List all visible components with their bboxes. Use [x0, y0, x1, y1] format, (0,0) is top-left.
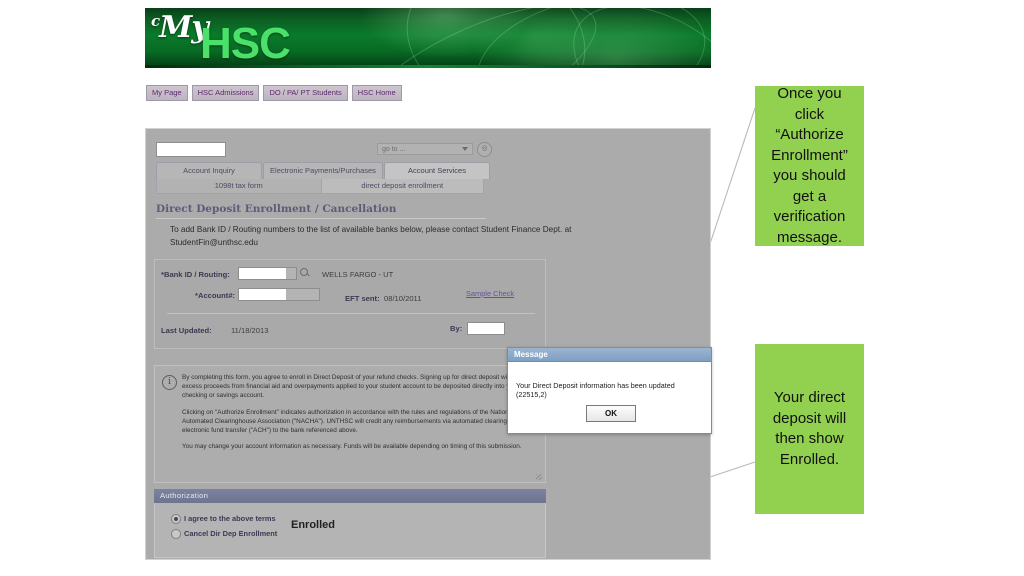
bank-id-input-tail[interactable] — [286, 267, 297, 280]
sample-check-link[interactable]: Sample Check — [466, 289, 514, 298]
bank-details-group: *Bank ID / Routing: WELLS FARGO - UT *Ac… — [154, 259, 546, 349]
bank-id-input[interactable] — [238, 267, 288, 280]
account-label: *Account#: — [195, 291, 236, 300]
divider — [167, 313, 535, 314]
message-dialog: Message Your Direct Deposit information … — [507, 347, 712, 434]
top-nav-hsc-home[interactable]: HSC Home — [351, 85, 402, 101]
disclaimer-paragraph-2: Clicking on "Authorize Enrollment" indic… — [182, 408, 525, 435]
goto-target-icon[interactable]: ◎ — [477, 142, 492, 157]
callout-shows-enrolled: Your direct deposit will then show Enrol… — [755, 344, 864, 514]
goto-dropdown[interactable]: go to ... — [377, 143, 473, 155]
authorization-section-header: Authorization — [154, 489, 546, 503]
browser-screenshot: cMy HSC My Page HSC Admissions DO / PA/ … — [145, 8, 711, 560]
primary-tab-bar: Account Inquiry Electronic Payments/Purc… — [156, 162, 491, 179]
page-title: Direct Deposit Enrollment / Cancellation — [156, 203, 486, 219]
updated-by-value — [467, 322, 505, 335]
dialog-message-text: Your Direct Deposit information has been… — [516, 381, 675, 399]
top-nav-do-pa-pt-students[interactable]: DO / PA/ PT Students — [263, 85, 348, 101]
dialog-ok-button[interactable]: OK — [586, 405, 636, 422]
top-nav-my-page[interactable]: My Page — [146, 85, 188, 101]
disclaimer-paragraph-1: By completing this form, you agree to en… — [182, 374, 527, 400]
logo-hsc-text: HSC — [200, 19, 291, 68]
account-input-tail[interactable] — [286, 288, 320, 301]
tab-account-inquiry[interactable]: Account Inquiry — [156, 162, 262, 179]
disclaimer-paragraph-3: You may change your account information … — [182, 443, 522, 451]
eft-sent-label: EFT sent: — [345, 294, 380, 303]
tab-electronic-payments-purchases[interactable]: Electronic Payments/Purchases — [263, 162, 383, 179]
goto-placeholder-text: go to ... — [382, 146, 406, 153]
search-input[interactable] — [156, 142, 226, 157]
tab-direct-deposit-enrollment[interactable]: direct deposit enrollment — [321, 179, 484, 194]
last-updated-label: Last Updated: — [161, 326, 212, 335]
info-icon: i — [162, 375, 177, 390]
disclaimer-box[interactable]: i By completing this form, you agree to … — [154, 365, 546, 483]
callout-verification-message: Once you click “Authorize Enrollment” yo… — [755, 85, 864, 246]
label-agree-terms: I agree to the above terms — [184, 514, 276, 523]
label-cancel-enrollment: Cancel Dir Dep Enrollment — [184, 529, 278, 538]
tab-1098t-tax-form[interactable]: 1098t tax form — [156, 179, 322, 194]
last-updated-value: 11/18/2013 — [231, 326, 269, 335]
bank-id-label: *Bank ID / Routing: — [161, 270, 230, 279]
chevron-down-icon — [462, 147, 468, 151]
account-input[interactable] — [238, 288, 288, 301]
resize-handle[interactable] — [536, 474, 542, 480]
slide-canvas: cMy HSC My Page HSC Admissions DO / PA/ … — [0, 0, 1024, 576]
radio-cancel-enrollment[interactable] — [171, 529, 181, 539]
top-nav-hsc-admissions[interactable]: HSC Admissions — [191, 85, 260, 101]
updated-by-label: By: — [450, 324, 463, 333]
tab-account-services[interactable]: Account Services — [384, 162, 490, 179]
authorization-options: I agree to the above terms Cancel Dir De… — [154, 503, 546, 558]
form-instructions: To add Bank ID / Routing numbers to the … — [170, 225, 572, 247]
secondary-tab-bar: 1098t tax form direct deposit enrollment — [156, 179, 484, 194]
dialog-title-bar: Message — [508, 348, 711, 362]
eft-sent-value: 08/10/2011 — [384, 294, 422, 303]
disclaimer-text: By completing this form, you agree to en… — [182, 373, 534, 451]
bank-name-value: WELLS FARGO - UT — [322, 270, 394, 279]
status-badge: Enrolled — [291, 519, 336, 531]
top-navigation: My Page HSC Admissions DO / PA/ PT Stude… — [146, 85, 402, 101]
application-panel: go to ... ◎ Account Inquiry Electronic P… — [145, 128, 711, 560]
radio-agree-terms[interactable] — [171, 514, 181, 524]
site-banner: cMy HSC — [145, 8, 711, 68]
magnifier-icon[interactable] — [300, 268, 309, 277]
